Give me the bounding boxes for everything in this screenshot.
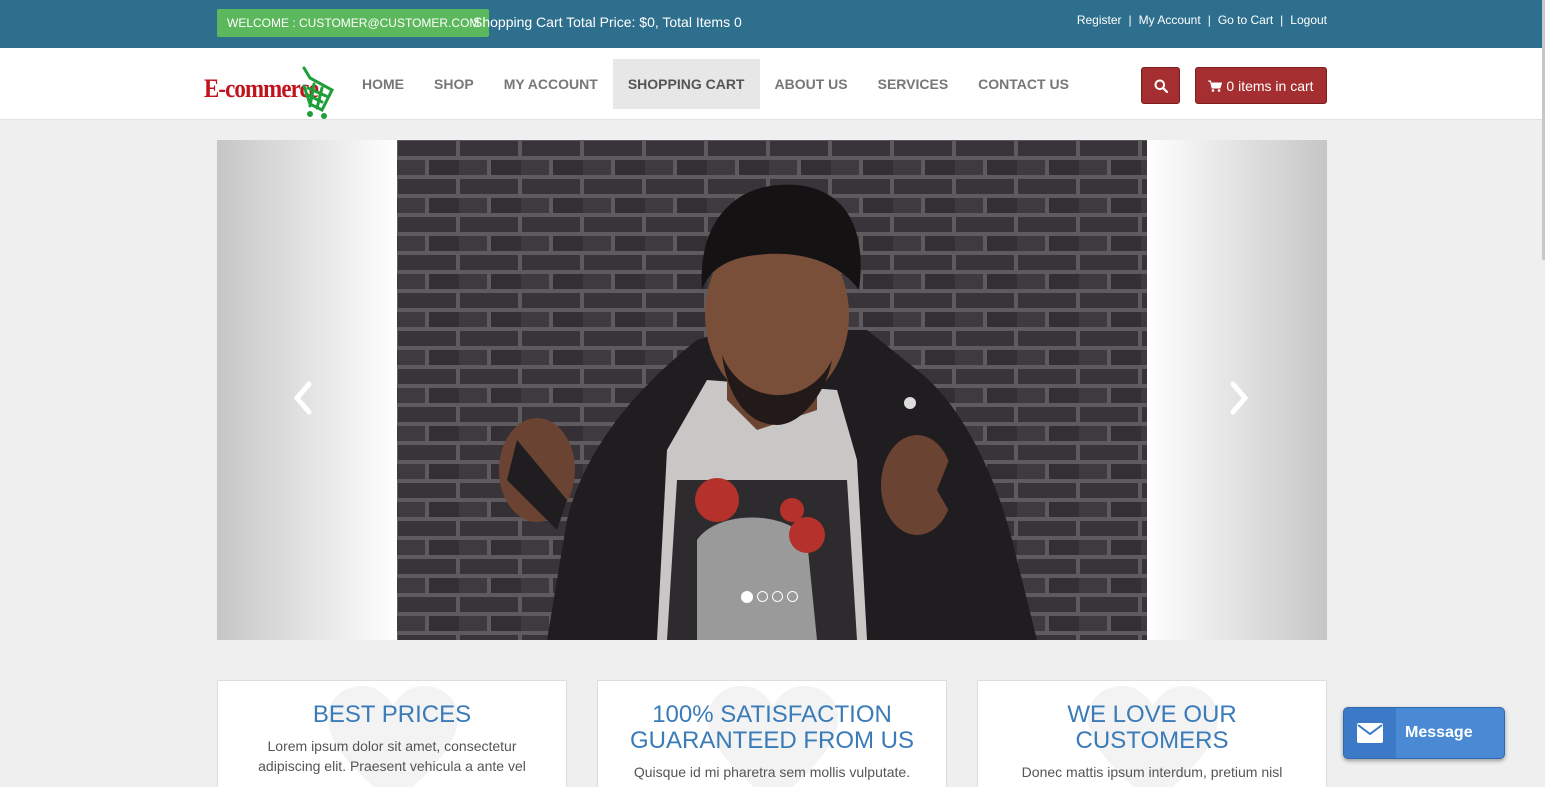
go-to-cart-link[interactable]: Go to Cart bbox=[1218, 13, 1273, 27]
nav-item-services[interactable]: SERVICES bbox=[863, 59, 964, 109]
feature-satisfaction: 100% SATISFACTION GUARANTEED FROM US Qui… bbox=[597, 680, 947, 787]
carousel-indicator-2[interactable] bbox=[757, 591, 768, 602]
main-nav: HOME SHOP MY ACCOUNT SHOPPING CART ABOUT… bbox=[347, 59, 1084, 109]
message-widget-button[interactable]: Message bbox=[1343, 707, 1505, 759]
nav-item-about-us[interactable]: ABOUT US bbox=[760, 59, 863, 109]
main-navbar: E-commerce HOME SHOP MY ACCOUNT SHOPPING… bbox=[0, 48, 1545, 120]
feature-title: 100% SATISFACTION GUARANTEED FROM US bbox=[629, 701, 914, 754]
nav-item-home[interactable]: HOME bbox=[347, 59, 419, 109]
feature-text: Lorem ipsum dolor sit amet, consectetur … bbox=[258, 738, 526, 774]
hero-carousel bbox=[217, 140, 1327, 640]
search-icon bbox=[1154, 79, 1168, 93]
feature-best-prices: BEST PRICES Lorem ipsum dolor sit amet, … bbox=[217, 680, 567, 787]
top-bar: WELCOME : CUSTOMER@CUSTOMER.COM Shopping… bbox=[0, 0, 1545, 48]
feature-text: Quisque id mi pharetra sem mollis vulput… bbox=[633, 764, 911, 780]
my-account-link[interactable]: My Account bbox=[1139, 13, 1201, 27]
nav-item-my-account[interactable]: MY ACCOUNT bbox=[489, 59, 613, 109]
envelope-icon-box bbox=[1344, 708, 1396, 758]
carousel-indicator-4[interactable] bbox=[787, 591, 798, 602]
carousel-indicators bbox=[741, 591, 798, 603]
link-separator: | bbox=[1207, 13, 1211, 27]
feature-title: BEST PRICES bbox=[312, 701, 472, 728]
shopping-cart-icon bbox=[1208, 80, 1223, 92]
nav-item-contact-us[interactable]: CONTACT US bbox=[963, 59, 1084, 109]
link-separator: | bbox=[1128, 13, 1132, 27]
message-label: Message bbox=[1405, 724, 1473, 741]
link-separator: | bbox=[1280, 13, 1284, 27]
logout-link[interactable]: Logout bbox=[1290, 13, 1327, 27]
cart-summary: Shopping Cart Total Price: $0, Total Ite… bbox=[473, 14, 742, 30]
feature-love-customers: WE LOVE OUR CUSTOMERS Donec mattis ipsum… bbox=[977, 680, 1327, 787]
feature-text: Donec mattis ipsum interdum, pretium nis… bbox=[1021, 764, 1283, 787]
cart-button-label: 0 items in cart bbox=[1226, 77, 1314, 94]
welcome-badge: WELCOME : CUSTOMER@CUSTOMER.COM bbox=[217, 9, 490, 37]
chevron-left-icon[interactable] bbox=[287, 378, 317, 418]
carousel-indicator-3[interactable] bbox=[772, 591, 783, 602]
cart-button[interactable]: 0 items in cart bbox=[1195, 67, 1327, 104]
nav-item-shop[interactable]: SHOP bbox=[419, 59, 489, 109]
carousel-indicator-1[interactable] bbox=[741, 591, 753, 603]
envelope-icon bbox=[1357, 723, 1383, 743]
feature-title: WE LOVE OUR CUSTOMERS bbox=[1067, 701, 1237, 754]
top-links: Register | My Account | Go to Cart | Logout bbox=[1077, 13, 1327, 27]
search-button[interactable] bbox=[1141, 67, 1180, 104]
man-in-leather-jacket-photo bbox=[397, 140, 1147, 640]
shopping-cart-logo-icon bbox=[302, 66, 334, 119]
register-link[interactable]: Register bbox=[1077, 13, 1122, 27]
chevron-right-icon[interactable] bbox=[1225, 378, 1255, 418]
carousel-slide-image bbox=[397, 140, 1147, 640]
nav-item-shopping-cart[interactable]: SHOPPING CART bbox=[612, 59, 760, 109]
site-logo[interactable]: E-commerce bbox=[204, 62, 334, 120]
